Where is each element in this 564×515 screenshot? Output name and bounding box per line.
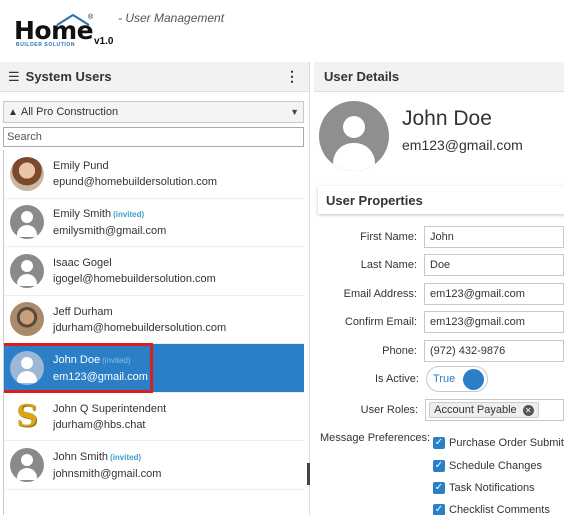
list-item-selected[interactable]: John Doe (invited) em123@gmail.com <box>4 343 304 393</box>
user-name: Jeff Durham <box>53 305 113 318</box>
logo-version: v1.0 <box>94 36 114 47</box>
checkbox-checked-icon[interactable]: ✓ <box>433 482 445 494</box>
confirm-email-label: Confirm Email: <box>344 316 417 328</box>
pref-task-notifications[interactable]: ✓ Task Notifications <box>433 479 535 497</box>
user-properties-title: User Properties <box>318 186 564 214</box>
email-label: Email Address: <box>343 288 417 300</box>
company-select-value: All Pro Construction <box>20 106 119 118</box>
user-name: John Q Superintendent <box>53 402 167 415</box>
role-chip-label: Account Payable <box>434 404 517 416</box>
building-icon: ▲ <box>8 106 18 118</box>
email-row: Email Address: <box>314 282 564 306</box>
user-name: Emily Pund <box>53 160 109 173</box>
email-field[interactable] <box>424 283 564 305</box>
last-name-field[interactable] <box>424 254 564 276</box>
panel-splitter-handle[interactable] <box>307 463 310 485</box>
avatar <box>10 156 44 191</box>
message-preferences-label: Message Preferences: <box>320 432 431 444</box>
superintendent-logo-icon: S <box>16 399 38 434</box>
list-item[interactable]: S John Q Superintendent jdurham@hbs.chat <box>4 393 304 441</box>
home-builder-logo: Home ® BUILDER SOLUTION v1.0 <box>14 12 114 50</box>
user-name: John Doe <box>53 353 101 366</box>
first-name-label: First Name: <box>360 231 417 243</box>
chevron-down-icon: ▼ <box>290 107 299 117</box>
user-summary-card: John Doe em123@gmail.com <box>314 93 564 183</box>
invited-badge: (invited) <box>110 452 142 462</box>
user-name: Emily Smith <box>53 208 112 221</box>
avatar <box>10 302 44 337</box>
phone-label: Phone: <box>382 345 417 357</box>
menu-icon[interactable]: ☰ <box>8 69 20 85</box>
list-item[interactable]: Isaac Gogel igogel@homebuildersolution.c… <box>4 247 304 296</box>
user-email: johnsmith@gmail.com <box>53 467 162 480</box>
first-name-field[interactable] <box>424 226 564 248</box>
toggle-knob <box>463 369 484 390</box>
avatar <box>10 205 44 240</box>
user-details-panel: User Details John Doe em123@gmail.com Us… <box>314 62 564 515</box>
pref-label: Task Notifications <box>449 482 535 494</box>
is-active-label: Is Active: <box>374 373 419 385</box>
system-users-title: System Users <box>25 69 112 84</box>
phone-field[interactable] <box>424 340 564 362</box>
is-active-value: True <box>433 373 456 385</box>
avatar <box>10 253 44 288</box>
user-email: jdurham@homebuildersolution.com <box>53 321 227 334</box>
detail-user-name: John Doe <box>402 107 492 130</box>
list-item[interactable]: Jeff Durham jdurham@homebuildersolution.… <box>4 296 304 344</box>
logo-subtext: BUILDER SOLUTION <box>16 42 76 48</box>
system-users-panel: ☰ System Users ⋮ ▲ All Pro Construction … <box>0 62 310 515</box>
checkbox-checked-icon[interactable]: ✓ <box>433 437 445 449</box>
checkbox-checked-icon[interactable]: ✓ <box>433 504 445 515</box>
remove-role-icon[interactable]: ✕ <box>522 404 534 416</box>
confirm-email-row: Confirm Email: <box>314 310 564 334</box>
detail-user-email: em123@gmail.com <box>402 137 523 153</box>
user-email: emilysmith@gmail.com <box>53 225 167 238</box>
user-email: em123@gmail.com <box>53 370 148 383</box>
first-name-row: First Name: <box>314 225 564 249</box>
is-active-row: Is Active: True <box>314 366 564 392</box>
checkbox-checked-icon[interactable]: ✓ <box>433 460 445 472</box>
user-name: Isaac Gogel <box>53 257 112 270</box>
avatar <box>10 447 44 482</box>
search-input[interactable] <box>3 127 304 147</box>
user-roles-label: User Roles: <box>360 404 419 416</box>
pref-label: Checklist Comments <box>449 504 550 515</box>
last-name-row: Last Name: <box>314 253 564 277</box>
invited-badge: (invited) <box>113 210 145 220</box>
user-email: epund@homebuildersolution.com <box>53 176 218 189</box>
last-name-label: Last Name: <box>360 259 417 271</box>
user-details-title: User Details <box>324 69 400 84</box>
list-item[interactable]: Emily Smith (invited) emilysmith@gmail.co… <box>4 199 304 247</box>
pref-purchase-order[interactable]: ✓ Purchase Order Submitt <box>433 434 564 452</box>
logo-text: Home <box>14 16 94 45</box>
company-select[interactable]: ▲ All Pro Construction ▼ <box>3 101 304 123</box>
role-chip: Account Payable ✕ <box>429 402 539 418</box>
user-email: jdurham@hbs.chat <box>53 418 146 431</box>
pref-label: Schedule Changes <box>449 460 542 472</box>
pref-schedule-changes[interactable]: ✓ Schedule Changes <box>433 457 542 475</box>
phone-row: Phone: <box>314 339 564 363</box>
pref-label: Purchase Order Submitt <box>449 437 564 449</box>
avatar[interactable] <box>319 101 389 171</box>
confirm-email-field[interactable] <box>424 311 564 333</box>
more-options-icon[interactable]: ⋮ <box>283 68 301 85</box>
registered-mark-icon: ® <box>88 14 94 21</box>
user-roles-input[interactable]: Account Payable ✕ <box>425 399 564 421</box>
invited-badge: (invited) <box>102 355 131 365</box>
list-item[interactable]: Emily Pund epund@homebuildersolution.com <box>4 150 304 199</box>
system-users-header: ☰ System Users ⋮ <box>0 62 309 92</box>
list-item[interactable]: John Smith (invited) johnsmith@gmail.com <box>4 441 304 490</box>
user-roles-row: User Roles: Account Payable ✕ <box>314 398 564 422</box>
user-details-header: User Details <box>314 62 564 92</box>
user-list: Emily Pund epund@homebuildersolution.com… <box>3 150 304 515</box>
avatar <box>10 350 44 385</box>
pref-checklist-comments[interactable]: ✓ Checklist Comments <box>433 501 550 515</box>
page-subtitle: - User Management <box>118 11 225 25</box>
user-name: John Smith <box>53 450 109 463</box>
is-active-toggle[interactable]: True <box>426 366 488 392</box>
app-header: Home ® BUILDER SOLUTION v1.0 - User Mana… <box>0 0 564 60</box>
user-email: igogel@homebuildersolution.com <box>53 273 216 286</box>
